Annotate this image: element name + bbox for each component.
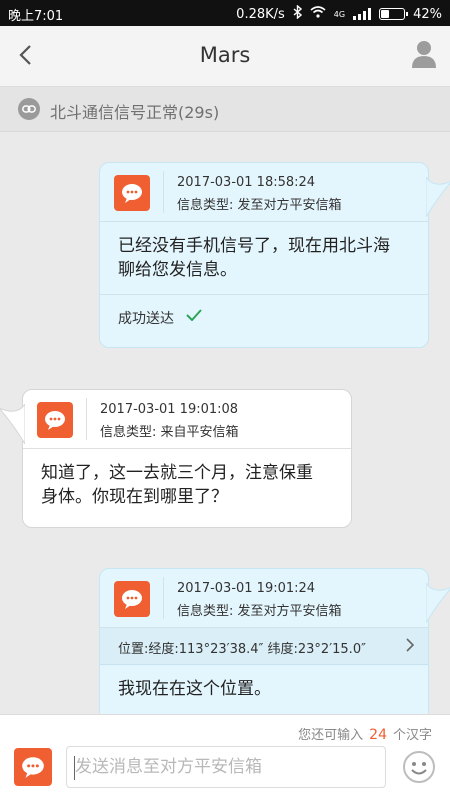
message-bubble-outgoing[interactable]: 2017-03-01 19:01:24 信息类型: 发至对方平安信箱 位置:经度… [99, 568, 450, 714]
message-bubble-incoming[interactable]: 2017-03-01 19:01:08 信息类型: 来自平安信箱 知道了，这一去… [0, 389, 352, 528]
text-cursor [74, 756, 75, 780]
emoji-icon[interactable] [402, 750, 436, 784]
message-text: 已经没有手机信号了，现在用北斗海 聊给您发信息。 [118, 236, 390, 280]
message-type: 信息类型: 发至对方平安信箱 [177, 604, 342, 619]
delivery-status-label: 成功送达 [118, 311, 174, 327]
delivery-status: 成功送达 [100, 294, 428, 339]
bubble-tail [426, 177, 450, 217]
page-title: Mars [199, 43, 251, 67]
battery-icon [379, 8, 409, 20]
bubble-tail [426, 583, 450, 623]
message-input-box[interactable] [66, 746, 386, 788]
message-text: 我现在在这个位置。 [118, 679, 271, 699]
signal-status-text: 北斗通信信号正常(29s) [50, 103, 220, 122]
beidou-signal-status: 北斗通信信号正常(29s) [0, 87, 450, 132]
message-icon [114, 175, 150, 211]
message-type: 信息类型: 发至对方平安信箱 [177, 198, 342, 213]
chat-list[interactable]: 2017-03-01 18:58:24 信息类型: 发至对方平安信箱 已经没有手… [0, 132, 450, 714]
location-coordinates: 位置:经度:113°23′38.4″ 纬度:23°2′15.0″ [118, 642, 366, 657]
wifi-icon [310, 6, 326, 22]
status-time: 晚上7:01 [8, 9, 64, 24]
battery-percent: 42% [413, 6, 442, 22]
message-icon [22, 757, 44, 778]
char-counter-value: 24 [369, 727, 387, 743]
bubble-tail [0, 404, 25, 444]
user-profile-icon[interactable] [412, 40, 436, 68]
message-text: 知道了，这一去就三个月，注意保重 身体。你现在到哪里了？ [41, 463, 313, 507]
network-type: 4G [333, 9, 346, 19]
cell-signal-icon [353, 8, 372, 20]
message-icon [37, 402, 73, 438]
battery-fill [381, 10, 390, 18]
status-bar: 晚上7:01 0.28K/s 4G 42% [0, 0, 450, 26]
char-counter: 您还可输入 24 个汉字 [298, 727, 432, 743]
message-timestamp: 2017-03-01 18:58:24 [177, 175, 316, 190]
message-input[interactable] [67, 747, 385, 787]
message-timestamp: 2017-03-01 19:01:08 [100, 402, 239, 417]
chevron-right-icon [406, 638, 414, 652]
link-icon [18, 98, 40, 120]
bluetooth-icon [293, 4, 302, 23]
check-icon [186, 309, 202, 321]
composer-bar: 您还可输入 24 个汉字 [0, 714, 450, 801]
nav-bar: Mars [0, 26, 450, 87]
message-bubble-outgoing[interactable]: 2017-03-01 18:58:24 信息类型: 发至对方平安信箱 已经没有手… [99, 162, 450, 348]
network-speed: 0.28K/s [236, 6, 285, 22]
message-type: 信息类型: 来自平安信箱 [100, 425, 239, 440]
message-type-button[interactable] [14, 748, 52, 786]
message-timestamp: 2017-03-01 19:01:24 [177, 581, 316, 596]
message-icon [114, 581, 150, 617]
location-row[interactable]: 位置:经度:113°23′38.4″ 纬度:23°2′15.0″ [100, 628, 428, 665]
